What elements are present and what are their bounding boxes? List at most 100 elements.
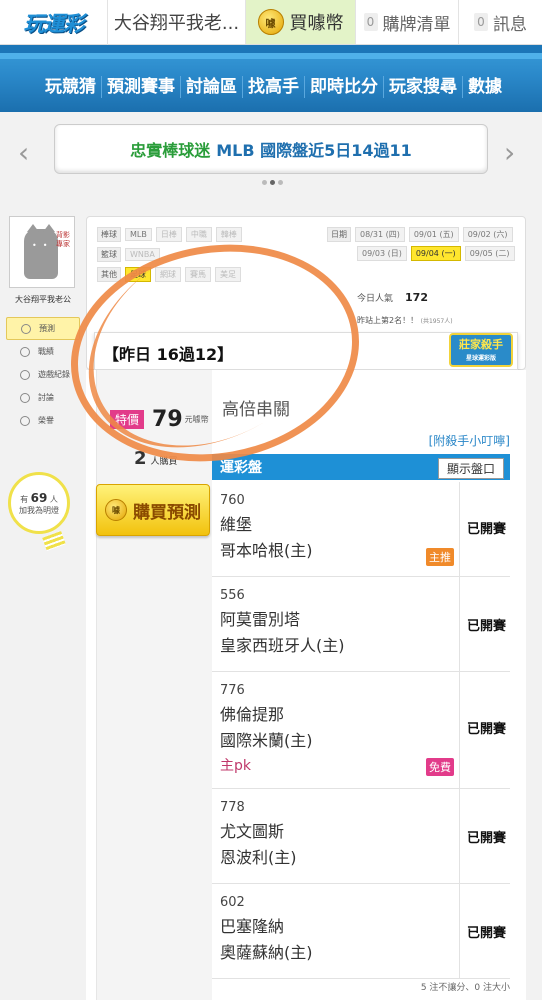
bulb-prefix: 有 — [20, 494, 29, 504]
league-chip-kbo[interactable]: 韓棒 — [215, 227, 242, 242]
show-odds-button[interactable]: 顯示盤口 — [437, 458, 504, 479]
profile-username: 大谷翔平我老公 — [15, 295, 71, 304]
user-tab[interactable]: 大谷翔平我老... — [108, 0, 246, 44]
basketball-label: 籃球 — [97, 247, 121, 262]
rank-total: (共1957人) — [420, 318, 453, 325]
nav-item-experts[interactable]: 找高手 — [242, 76, 304, 98]
avatar[interactable]: •• 背影專家 — [9, 216, 75, 288]
banner-record: MLB 國際盤近5日14過11 — [216, 141, 412, 160]
baseball-label: 棒球 — [97, 227, 121, 242]
buy-coin-tab[interactable]: 噱 買噱幣 — [246, 0, 356, 44]
banner-user: 忠實棒球迷 — [130, 141, 211, 160]
nav-item-forum[interactable]: 討論區 — [180, 76, 242, 98]
medal-icon — [20, 415, 30, 426]
league-chip-nfl[interactable]: 美足 — [215, 267, 241, 282]
league-chip-npb[interactable]: 日棒 — [155, 227, 182, 242]
edit-icon — [20, 392, 30, 403]
messages-tab[interactable]: 0 訊息 — [459, 0, 542, 44]
profile-menu-label: 戰績 — [38, 347, 54, 356]
buyer-count: 2 人購買 — [134, 448, 178, 469]
nav-item-livescore[interactable]: 即時比分 — [304, 76, 383, 98]
away-team: 巴塞隆納 — [220, 917, 285, 936]
home-team: 皇家西班牙人(主) — [220, 636, 345, 655]
tips-link[interactable]: [附殺手小叮嚀] — [429, 432, 510, 449]
nav-items: 玩競猜 預測賽事 討論區 找高手 即時比分 玩家搜尋 數據 — [40, 76, 507, 98]
table-row[interactable]: 778 尤文圖斯 恩波利(主) 已開賽 — [212, 789, 510, 884]
game-status: 已開賽 — [466, 926, 506, 941]
nav-item-player-search[interactable]: 玩家搜尋 — [383, 76, 462, 98]
table-row[interactable]: 602 巴塞隆納 奧薩蘇納(主) 已開賽 — [212, 884, 510, 979]
table-row[interactable]: 776 佛倫提那 國際米蘭(主) 主pk 免費 已開賽 — [212, 672, 510, 789]
profile-menu-honor[interactable]: 榮譽 — [6, 409, 80, 432]
message-count-badge: 0 — [474, 13, 488, 31]
league-chip-mlb[interactable]: MLB — [125, 228, 152, 241]
buy-coin-label: 買噱幣 — [289, 13, 344, 34]
home-team: 國際米蘭(主) — [220, 731, 313, 750]
profile-menu-label: 討論 — [38, 393, 54, 402]
home-team: 奧薩蘇納(主) — [220, 943, 313, 962]
date-chip[interactable]: 09/05 (二) — [464, 246, 515, 261]
games-list: 760 維堡 哥本哈根(主) 主推 已開賽 556 阿莫雷別塔 皇家西班牙人(主… — [212, 482, 510, 979]
cart-tab[interactable]: 0 購牌清單 — [356, 0, 459, 44]
away-team: 阿莫雷別塔 — [220, 610, 301, 629]
nav-item-quiz[interactable]: 玩競猜 — [40, 76, 101, 98]
date-chip[interactable]: 09/02 (六) — [462, 227, 513, 242]
nav-item-predict[interactable]: 預測賽事 — [101, 76, 180, 98]
popularity-label: 今日人氣 — [357, 294, 394, 304]
price-value: 79 — [152, 407, 183, 432]
pick-label: 主pk — [220, 758, 251, 774]
rank-stat: 昨站上第2名！！ (共1957人) — [357, 315, 453, 326]
popularity-value: 172 — [405, 291, 428, 304]
cat-avatar-icon — [24, 224, 58, 279]
date-label: 日期 — [327, 227, 351, 242]
date-chip[interactable]: 09/01 (五) — [408, 227, 459, 242]
bet-type-title: 高倍串關 — [222, 400, 290, 420]
league-chip-soccer[interactable]: 足球 — [125, 267, 151, 282]
yesterday-record: 【昨日 16過12】 莊家殺手 星球運彩版 — [94, 332, 518, 370]
rank-text: 昨站上第2名！！ — [357, 316, 419, 325]
coin-icon: 噱 — [257, 9, 284, 35]
coin-icon: 噱 — [105, 499, 127, 521]
away-team: 維堡 — [220, 515, 253, 534]
profile-menu-discuss[interactable]: 討論 — [6, 386, 80, 409]
follow-text: 加我為明燈 — [19, 505, 59, 515]
profile-menu-label: 榮譽 — [38, 416, 54, 425]
baseball-filter-row: 棒球 MLB 日棒 中職 韓棒 — [97, 227, 242, 242]
bet-summary-note: 5 注不讓分、0 注大小 — [420, 983, 510, 993]
game-number: 760 — [220, 493, 245, 508]
special-price-badge: 特價 — [110, 410, 145, 429]
date-chip[interactable]: 09/03 (日) — [357, 246, 407, 261]
banner-carousel: ‹ 忠實棒球迷 MLB 國際盤近5日14過11 › — [0, 112, 542, 192]
league-chip-wnba[interactable]: WNBA — [125, 248, 160, 261]
bulb-unit: 人 — [49, 494, 58, 504]
date-chip-selected[interactable]: 09/04 (一) — [410, 246, 461, 261]
record-icon — [20, 369, 30, 380]
profile-menu-label: 預測 — [39, 324, 55, 333]
game-status: 已開賽 — [466, 831, 506, 846]
nav-stripe — [0, 53, 542, 59]
chevron-left-icon[interactable]: ‹ — [18, 136, 29, 169]
free-pick-badge: 免費 — [426, 758, 454, 776]
chevron-right-icon[interactable]: › — [504, 136, 515, 169]
yesterday-text: 【昨日 16過12】 — [103, 345, 234, 364]
league-chip-cpbl[interactable]: 中職 — [185, 227, 212, 242]
table-row[interactable]: 760 維堡 哥本哈根(主) 主推 已開賽 — [212, 482, 510, 577]
badge-subtitle: 星球運彩版 — [465, 355, 496, 362]
profile-menu-predict[interactable]: 預測 — [6, 317, 80, 340]
game-status: 已開賽 — [466, 522, 506, 537]
buy-prediction-label: 購買預測 — [133, 502, 201, 523]
buy-prediction-button[interactable]: 噱 購買預測 — [96, 484, 210, 536]
banner-message[interactable]: 忠實棒球迷 MLB 國際盤近5日14過11 — [54, 124, 488, 174]
profile-menu-game-log[interactable]: 遊戲紀錄 — [6, 363, 80, 386]
league-chip-tennis[interactable]: 網球 — [155, 267, 181, 282]
follow-lightbulb[interactable]: 有 69 人 加我為明燈 — [8, 472, 70, 534]
game-status: 已開賽 — [466, 619, 506, 634]
league-chip-horse[interactable]: 賽馬 — [185, 267, 211, 282]
profile-menu: 預測 戰績 遊戲紀錄 討論 榮譽 — [6, 317, 80, 432]
nav-item-data[interactable]: 數據 — [462, 76, 507, 98]
game-number: 602 — [220, 895, 245, 910]
table-row[interactable]: 556 阿莫雷別塔 皇家西班牙人(主) 已開賽 — [212, 577, 510, 672]
profile-menu-record[interactable]: 戰績 — [6, 340, 80, 363]
date-chip[interactable]: 08/31 (四) — [355, 227, 405, 242]
site-logo[interactable]: 玩運彩 — [0, 0, 108, 45]
